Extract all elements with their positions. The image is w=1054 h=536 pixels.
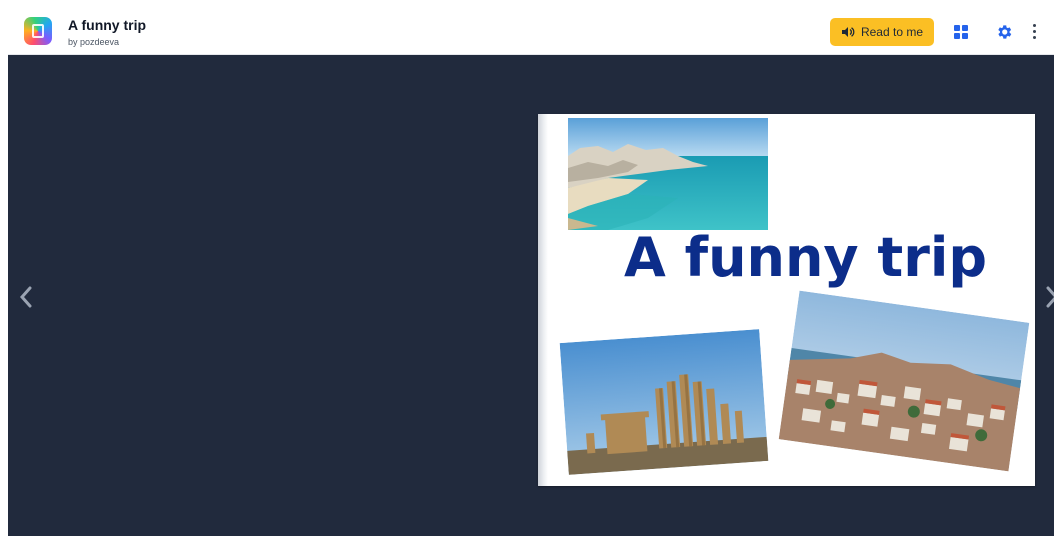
more-vertical-icon[interactable]	[1030, 23, 1040, 41]
read-to-me-button[interactable]: Read to me	[830, 18, 934, 46]
ruins-photo	[559, 329, 769, 475]
book-creator-logo[interactable]	[24, 17, 52, 45]
read-to-me-label: Read to me	[860, 25, 924, 39]
coastal-town-photo	[778, 290, 1030, 472]
book-author: by pozdeeva	[68, 37, 120, 47]
book-title: A funny trip	[68, 17, 147, 33]
speaker-icon	[841, 27, 855, 37]
cover-title: A funny trip	[624, 226, 988, 289]
gear-icon[interactable]	[995, 23, 1013, 41]
book-page: A funny trip	[538, 114, 1035, 486]
page-gutter	[538, 114, 548, 486]
chevron-right-icon[interactable]	[1042, 282, 1054, 312]
chevron-left-icon[interactable]	[16, 282, 36, 312]
top-bar: A funny trip by pozdeeva Read to me	[8, 8, 1054, 55]
beach-photo	[568, 118, 768, 230]
grid-icon[interactable]	[954, 25, 969, 40]
